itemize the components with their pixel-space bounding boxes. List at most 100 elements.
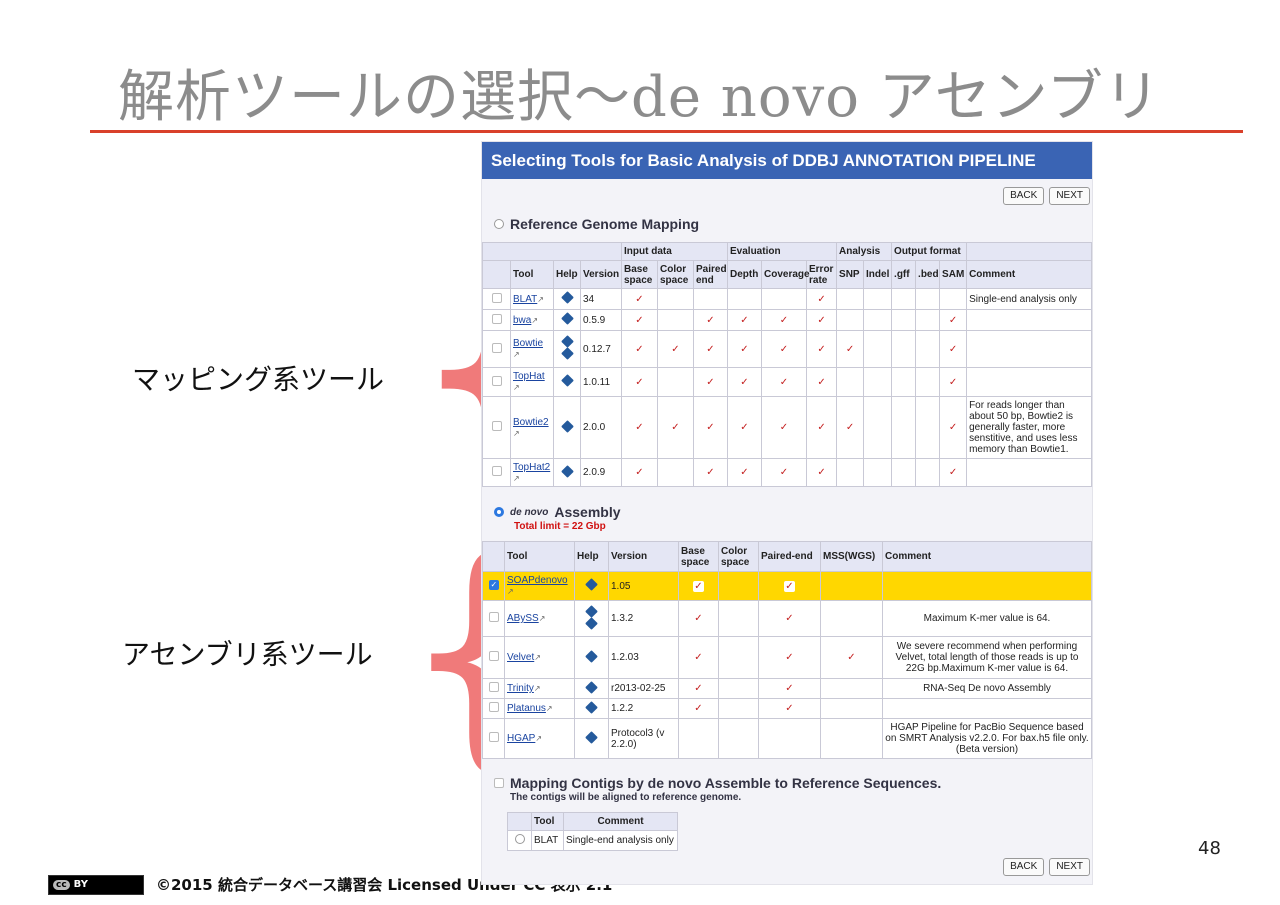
check-mark: ✓ <box>836 330 865 368</box>
col-gff: .gff <box>891 260 917 289</box>
select-checkbox[interactable] <box>491 313 502 324</box>
external-link-icon: ↗ <box>513 350 520 359</box>
tool-link-abyss[interactable]: ABySS <box>507 613 539 624</box>
help-book-icon[interactable] <box>585 700 598 714</box>
col-comment: Comment <box>563 812 678 831</box>
check-mark: ✓ <box>727 330 762 368</box>
select-checkbox[interactable] <box>491 292 502 303</box>
tool-link-hgap[interactable]: HGAP <box>507 733 535 744</box>
select-checkbox[interactable] <box>491 466 502 476</box>
help-book-icon[interactable] <box>585 616 598 630</box>
tool-link-bwa[interactable]: bwa <box>513 315 531 326</box>
comment-cell <box>882 571 1092 601</box>
contigs-section-title: Mapping Contigs by de novo Assemble to R… <box>494 775 941 791</box>
tool-link-blat[interactable]: BLAT <box>513 294 537 305</box>
check-mark: ✓ <box>758 678 821 699</box>
version-cell: 1.05 <box>608 571 679 601</box>
external-link-icon: ↗ <box>545 704 553 713</box>
check-mark: ✓ <box>693 309 728 331</box>
tool-link-velvet[interactable]: Velvet <box>507 652 534 663</box>
help-book-icon[interactable] <box>560 312 574 325</box>
check-mark: ✓ <box>758 636 821 679</box>
help-book-icon[interactable] <box>560 419 574 433</box>
tool-link-platanus[interactable]: Platanus <box>507 703 546 714</box>
next-button[interactable]: NEXT <box>1049 858 1090 876</box>
help-book-icon[interactable] <box>560 464 574 478</box>
select-checkbox[interactable] <box>488 702 499 712</box>
help-book-icon[interactable] <box>585 680 598 694</box>
cc-icon: cc <box>53 879 70 890</box>
select-checkbox-checked[interactable] <box>488 579 499 590</box>
check-mark: ✓ <box>657 330 694 368</box>
check-mark: ✓ <box>939 367 968 397</box>
slide-title: 解析ツールの選択〜de novo アセンブリ <box>118 65 1161 130</box>
title-divider <box>90 130 1243 133</box>
col-color-space: Color space <box>657 260 694 289</box>
check-mark: ✓ <box>836 396 865 459</box>
check-mark: ✓ <box>761 330 807 368</box>
check-mark: ✓ <box>693 458 728 487</box>
help-book-icon[interactable] <box>585 649 598 663</box>
check-mark: ✓ <box>727 309 762 331</box>
select-checkbox[interactable] <box>488 612 499 622</box>
comment-cell: We severe recommend when performing Velv… <box>882 636 1092 679</box>
help-book-icon[interactable] <box>585 730 598 744</box>
select-checkbox[interactable] <box>491 421 502 431</box>
check-mark: ✓ <box>621 288 658 310</box>
check-mark: ✓ <box>621 309 658 331</box>
assembly-radio[interactable] <box>494 507 504 517</box>
group-evaluation: Evaluation <box>726 242 838 261</box>
contigs-checkbox[interactable] <box>494 778 504 788</box>
bottom-nav: BACK NEXT <box>1003 858 1090 876</box>
version-cell: 1.2.03 <box>608 636 679 679</box>
back-button[interactable]: BACK <box>1003 858 1045 876</box>
select-checkbox[interactable] <box>488 682 499 692</box>
help-book-icon[interactable] <box>560 374 574 387</box>
mapping-radio[interactable] <box>494 219 504 229</box>
check-mark: ✓ <box>727 396 762 459</box>
assembly-tools-label: アセンブリ系ツール <box>122 638 373 671</box>
col-paired-end: Paired end <box>693 260 728 289</box>
version-cell: 0.5.9 <box>580 309 622 331</box>
col-help: Help <box>574 541 609 572</box>
help-book-icon[interactable] <box>585 578 598 591</box>
check-mark: ✓ <box>784 580 795 592</box>
tool-link-tophat2[interactable]: TopHat2 <box>513 462 550 473</box>
help-book-icon[interactable] <box>560 291 574 304</box>
version-cell: 1.3.2 <box>608 600 679 637</box>
version-cell: 1.2.2 <box>608 698 679 719</box>
comment-cell: For reads longer than about 50 bp, Bowti… <box>966 396 1093 459</box>
external-link-icon: ↗ <box>534 653 541 662</box>
top-nav: BACK NEXT <box>1003 187 1090 205</box>
check-mark: ✓ <box>761 396 807 459</box>
tool-link-trinity[interactable]: Trinity <box>507 683 534 694</box>
tool-link-bowtie[interactable]: Bowtie <box>513 338 543 349</box>
assembly-title-italic: de novo <box>510 506 549 518</box>
comment-cell <box>966 458 1093 487</box>
group-analysis: Analysis <box>836 242 893 261</box>
page-number: 48 <box>1198 838 1221 859</box>
select-checkbox[interactable] <box>491 342 502 353</box>
check-mark: ✓ <box>657 396 694 459</box>
check-mark: ✓ <box>805 367 838 397</box>
tool-link-bowtie2[interactable]: Bowtie2 <box>513 417 549 428</box>
check-mark: ✓ <box>805 330 838 368</box>
help-book-icon[interactable] <box>560 335 574 348</box>
contig-tool-radio[interactable] <box>514 834 525 844</box>
check-mark: ✓ <box>678 636 719 679</box>
help-book-icon[interactable] <box>585 604 598 618</box>
select-checkbox[interactable] <box>491 375 502 386</box>
check-mark: ✓ <box>805 309 838 331</box>
select-checkbox[interactable] <box>488 651 499 661</box>
external-link-icon: ↗ <box>531 315 539 325</box>
help-book-icon[interactable] <box>560 347 574 360</box>
col-tool: Tool <box>531 812 564 831</box>
select-checkbox[interactable] <box>488 732 499 742</box>
back-button[interactable]: BACK <box>1003 187 1045 205</box>
col-color-space: Color space <box>718 541 759 572</box>
tool-link-tophat[interactable]: TopHat <box>513 371 545 382</box>
next-button[interactable]: NEXT <box>1049 187 1090 205</box>
col-comment: Comment <box>966 260 1093 289</box>
assembly-section-title: de novo Assembly <box>494 504 621 520</box>
tool-link-soapdenovo[interactable]: SOAPdenovo <box>507 575 568 586</box>
